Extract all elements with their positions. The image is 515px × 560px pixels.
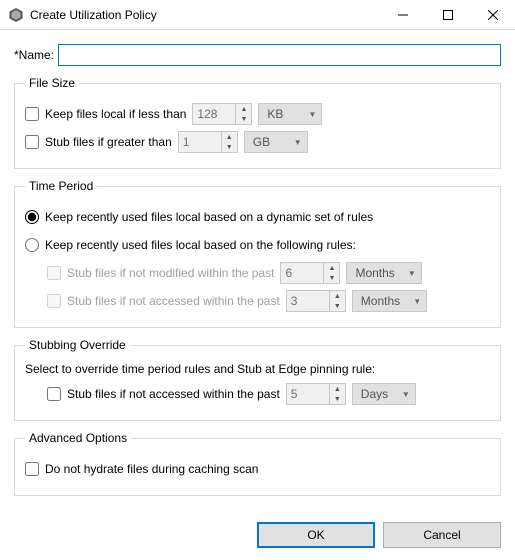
close-button[interactable]	[470, 0, 515, 30]
not-modified-label: Stub files if not modified within the pa…	[67, 266, 274, 280]
not-accessed-unit-combo: Months ▼	[352, 290, 427, 312]
app-icon	[8, 7, 24, 23]
stub-greater-value-spinner[interactable]: 1 ▲▼	[178, 131, 238, 153]
not-modified-unit-combo: Months ▼	[346, 262, 421, 284]
override-desc: Select to override time period rules and…	[25, 362, 490, 376]
time-dynamic-label: Keep recently used files local based on …	[45, 210, 373, 224]
chevron-down-icon: ▼	[403, 269, 421, 278]
stubbing-override-group: Stubbing Override Select to override tim…	[14, 338, 501, 421]
stubbing-override-legend: Stubbing Override	[25, 338, 130, 352]
advanced-options-legend: Advanced Options	[25, 431, 131, 445]
not-accessed-checkbox	[47, 294, 61, 308]
stub-greater-label: Stub files if greater than	[45, 135, 172, 149]
name-input[interactable]	[58, 44, 501, 66]
not-accessed-label: Stub files if not accessed within the pa…	[67, 294, 280, 308]
chevron-down-icon: ▼	[289, 138, 307, 147]
stub-greater-checkbox[interactable]	[25, 135, 39, 149]
chevron-down-icon: ▼	[397, 390, 415, 399]
no-hydrate-checkbox[interactable]	[25, 462, 39, 476]
not-modified-value-spinner: 6 ▲▼	[280, 262, 340, 284]
keep-local-label: Keep files local if less than	[45, 107, 186, 121]
not-modified-checkbox	[47, 266, 61, 280]
title-bar: Create Utilization Policy	[0, 0, 515, 30]
advanced-options-group: Advanced Options Do not hydrate files du…	[14, 431, 501, 496]
chevron-down-icon: ▼	[303, 110, 321, 119]
time-period-group: Time Period Keep recently used files loc…	[14, 179, 501, 328]
override-not-accessed-label: Stub files if not accessed within the pa…	[67, 387, 280, 401]
time-period-legend: Time Period	[25, 179, 97, 193]
file-size-legend: File Size	[25, 76, 79, 90]
time-rules-radio[interactable]	[25, 238, 39, 252]
name-label: *Name:	[14, 48, 54, 62]
keep-local-value-spinner[interactable]: 128 ▲▼	[192, 103, 252, 125]
ok-button[interactable]: OK	[257, 522, 375, 548]
time-dynamic-radio[interactable]	[25, 210, 39, 224]
keep-local-checkbox[interactable]	[25, 107, 39, 121]
time-rules-label: Keep recently used files local based on …	[45, 238, 356, 252]
keep-local-unit-combo[interactable]: KB ▼	[258, 103, 322, 125]
stub-greater-unit-combo[interactable]: GB ▼	[244, 131, 308, 153]
chevron-down-icon: ▼	[408, 297, 426, 306]
file-size-group: File Size Keep files local if less than …	[14, 76, 501, 169]
override-not-accessed-checkbox[interactable]	[47, 387, 61, 401]
override-value-spinner[interactable]: 5 ▲▼	[286, 383, 346, 405]
cancel-button[interactable]: Cancel	[383, 522, 501, 548]
not-accessed-value-spinner: 3 ▲▼	[286, 290, 346, 312]
no-hydrate-label: Do not hydrate files during caching scan	[45, 462, 258, 476]
minimize-button[interactable]	[380, 0, 425, 30]
override-unit-combo[interactable]: Days ▼	[352, 383, 416, 405]
maximize-button[interactable]	[425, 0, 470, 30]
window-title: Create Utilization Policy	[30, 8, 380, 22]
